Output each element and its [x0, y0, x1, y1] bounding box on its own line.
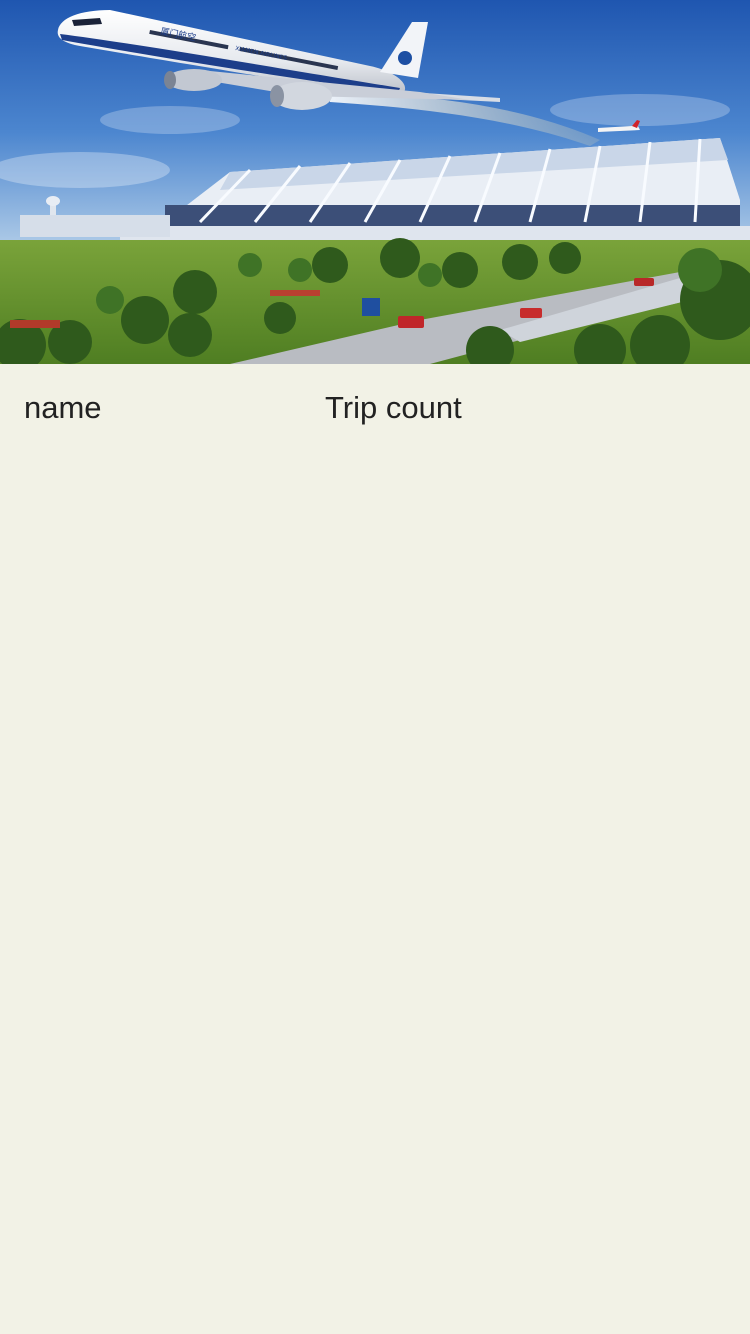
trip-list	[0, 454, 750, 1334]
airport-photo: 厦门航空 XIAMEN AIRLINES	[0, 0, 750, 364]
table-header: name Trip count	[0, 364, 750, 454]
column-header-name: name	[24, 390, 102, 425]
hero-banner: 厦门航空 XIAMEN AIRLINES	[0, 0, 750, 364]
column-header-trip-count: Trip count	[325, 390, 462, 425]
